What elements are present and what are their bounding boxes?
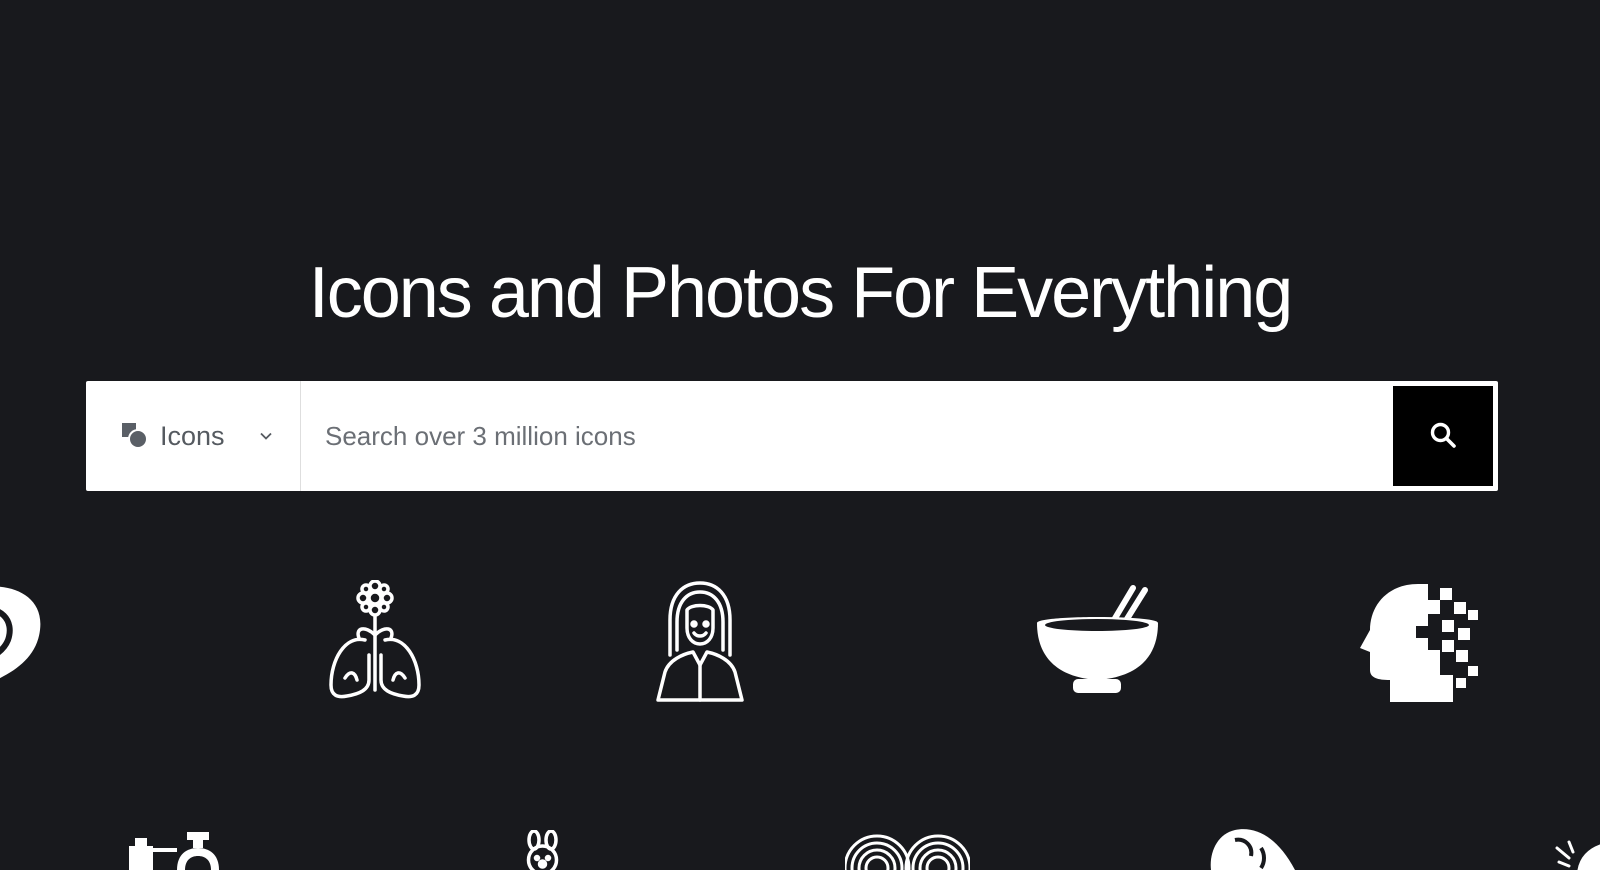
pixelated-head-icon[interactable] xyxy=(1358,580,1483,705)
page: Icons and Photos For Everything Icons xyxy=(0,0,1600,870)
search-icon xyxy=(1428,420,1458,453)
partial-shape-icon[interactable] xyxy=(0,580,45,690)
shapes-icon xyxy=(120,421,150,451)
bowl-chopsticks-icon[interactable] xyxy=(1035,585,1160,700)
lungs-flower-icon[interactable] xyxy=(325,579,425,705)
rabbit-icon[interactable] xyxy=(520,829,565,870)
search-bar: Icons xyxy=(86,381,1498,491)
woman-portrait-icon[interactable] xyxy=(655,580,745,705)
search-button[interactable] xyxy=(1393,386,1493,486)
chevron-down-icon xyxy=(259,429,273,443)
search-type-label: Icons xyxy=(160,420,225,451)
search-input[interactable] xyxy=(301,381,1393,491)
search-type-dropdown[interactable]: Icons xyxy=(86,381,301,491)
sparkle-hand-icon[interactable] xyxy=(1555,840,1600,870)
bottles-icon[interactable] xyxy=(125,830,235,870)
concentric-heart-icon[interactable] xyxy=(843,832,972,870)
page-title: Icons and Photos For Everything xyxy=(308,253,1294,333)
animal-head-icon[interactable] xyxy=(1205,828,1300,870)
